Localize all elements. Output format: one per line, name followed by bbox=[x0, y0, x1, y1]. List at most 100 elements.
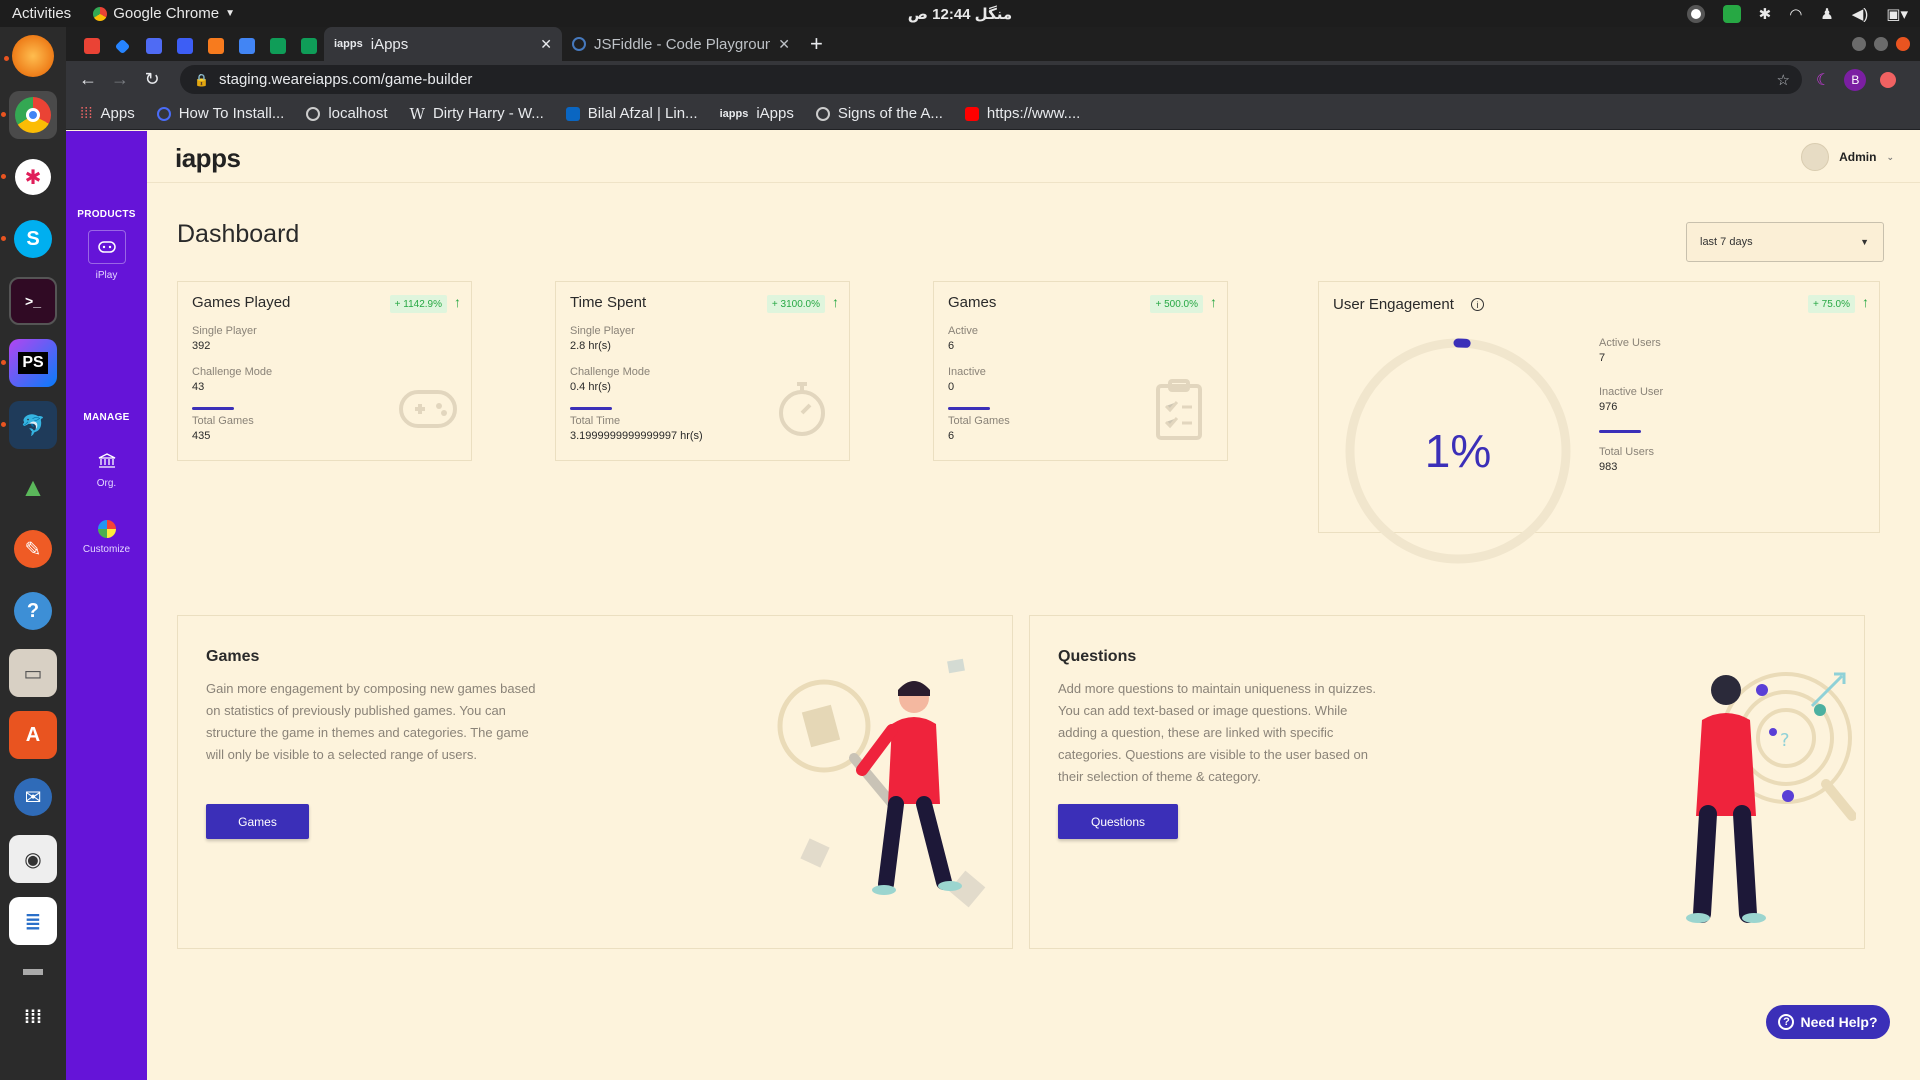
url-text[interactable]: staging.weareiapps.com/game-builder bbox=[219, 71, 472, 88]
stat-label: Inactive User bbox=[1599, 386, 1664, 398]
arrow-up-icon: ↑ bbox=[454, 294, 461, 310]
pinned-tab-mosaic[interactable] bbox=[200, 31, 231, 61]
need-help-button[interactable]: ? Need Help? bbox=[1766, 1005, 1890, 1039]
files-icon[interactable]: ▭ bbox=[9, 649, 57, 697]
stat-value: 6 bbox=[948, 340, 955, 352]
iapps-logo[interactable]: iapps bbox=[175, 143, 241, 174]
bookmark-dirty-harry[interactable]: W Dirty Harry - W... bbox=[410, 105, 544, 123]
bookmark-label: How To Install... bbox=[178, 105, 285, 122]
reload-icon[interactable]: ↻ bbox=[136, 69, 168, 90]
rhythmbox-icon[interactable]: ◉ bbox=[9, 835, 57, 883]
terminal-icon[interactable]: >_ bbox=[9, 277, 57, 325]
writer-icon[interactable]: ≣ bbox=[9, 897, 57, 945]
close-window-icon[interactable] bbox=[1896, 37, 1910, 51]
check-shield-icon[interactable] bbox=[1722, 4, 1741, 23]
questions-button[interactable]: Questions bbox=[1058, 804, 1178, 839]
trash-icon[interactable]: ▬ bbox=[9, 958, 57, 980]
sidebar-item-org[interactable]: Org. bbox=[66, 453, 147, 489]
close-tab-icon[interactable]: ✕ bbox=[778, 36, 790, 53]
moon-extension-icon[interactable]: ☾ bbox=[1816, 70, 1830, 90]
close-tab-icon[interactable]: ✕ bbox=[540, 36, 552, 53]
games-button[interactable]: Games bbox=[206, 804, 309, 839]
bookmark-apps[interactable]: ⁞⁞⁞ Apps bbox=[80, 105, 135, 122]
lock-icon[interactable]: 🔒 bbox=[194, 73, 209, 87]
stat-value: 43 bbox=[192, 381, 205, 393]
profile-avatar[interactable]: B bbox=[1844, 68, 1867, 91]
bookmark-youtube[interactable]: https://www.... bbox=[964, 105, 1081, 122]
pinned-tab-xd[interactable] bbox=[169, 31, 200, 61]
growth-badge: + 75.0% bbox=[1808, 295, 1855, 313]
address-bar[interactable]: 🔒 staging.weareiapps.com/game-builder ☆ bbox=[180, 65, 1802, 94]
date-range-select[interactable]: last 7 days ▼ bbox=[1686, 222, 1884, 262]
stat-label: Inactive bbox=[948, 366, 986, 378]
stat-value: 392 bbox=[192, 340, 211, 352]
bookmark-localhost[interactable]: localhost bbox=[306, 105, 388, 122]
sidebar-item-iplay[interactable]: iPlay bbox=[66, 230, 147, 281]
stat-value: 6 bbox=[948, 430, 955, 442]
maximize-icon[interactable] bbox=[1874, 37, 1888, 51]
web-page: PRODUCTS iPlay MANAGE Org. Customize iap… bbox=[66, 131, 1920, 1080]
show-apps-icon[interactable]: ⁞⁞⁞ bbox=[9, 993, 57, 1041]
minimize-icon[interactable] bbox=[1852, 37, 1866, 51]
bookmark-iapps[interactable]: iapps iApps bbox=[720, 105, 794, 122]
pinned-tab-sheets-1[interactable] bbox=[262, 31, 293, 61]
chrome-dock-icon[interactable] bbox=[1, 91, 57, 139]
notification-icon[interactable]: ♟ bbox=[1820, 5, 1833, 23]
forward-icon[interactable]: → bbox=[104, 69, 136, 90]
firefox-icon[interactable] bbox=[4, 35, 54, 77]
card-title: Time Spent bbox=[570, 294, 647, 311]
bookmark-label: https://www.... bbox=[986, 105, 1081, 122]
manage-heading: MANAGE bbox=[83, 412, 130, 423]
slack-icon[interactable]: ✱ bbox=[1, 153, 57, 201]
help-icon[interactable]: ? bbox=[9, 587, 57, 635]
clipboard-check-icon bbox=[1156, 379, 1202, 440]
pinned-tab-clickup[interactable] bbox=[138, 31, 169, 61]
tab-iapps[interactable]: iapps iApps ✕ bbox=[324, 27, 562, 61]
wifi-icon[interactable]: ◠ bbox=[1789, 5, 1802, 23]
app-menu[interactable]: Google Chrome ▼ bbox=[93, 5, 235, 22]
tab-jsfiddle[interactable]: JSFiddle - Code Playgroun ✕ bbox=[562, 27, 800, 61]
svg-text:?: ? bbox=[1780, 730, 1790, 751]
power-menu-icon[interactable]: ▣▾ bbox=[1886, 5, 1908, 23]
stat-label: Single Player bbox=[570, 325, 635, 337]
postman-icon[interactable]: ✎ bbox=[9, 525, 57, 573]
pinned-tab-calendar[interactable] bbox=[231, 31, 262, 61]
user-name: Admin bbox=[1839, 150, 1877, 164]
extension-icon[interactable] bbox=[1880, 71, 1897, 88]
mysql-workbench-icon[interactable]: 🐬 bbox=[1, 401, 57, 449]
bookmark-star-icon[interactable]: ☆ bbox=[1777, 71, 1790, 89]
stat-value: 435 bbox=[192, 430, 211, 442]
bookmark-linkedin[interactable]: Bilal Afzal | Lin... bbox=[565, 105, 698, 122]
activities-button[interactable]: Activities bbox=[12, 5, 71, 22]
engagement-percent: 1% bbox=[1424, 425, 1492, 477]
pinned-tab-jira[interactable] bbox=[107, 31, 138, 61]
bookmark-label: localhost bbox=[328, 105, 388, 122]
stat-value: 0 bbox=[948, 381, 955, 393]
volume-icon[interactable]: ◀) bbox=[1852, 5, 1869, 23]
slack-tray-icon[interactable]: ✱ bbox=[1759, 5, 1772, 23]
clock[interactable]: منگل 12:44 ص bbox=[908, 5, 1012, 23]
pinned-tab-sheets-2[interactable] bbox=[293, 31, 324, 61]
skype-icon[interactable]: S bbox=[1, 215, 57, 263]
bank-icon bbox=[98, 453, 116, 472]
chrome-icon bbox=[93, 6, 108, 21]
phpstorm-icon[interactable]: PS bbox=[1, 339, 57, 387]
bookmark-how-to-install[interactable]: How To Install... bbox=[156, 105, 285, 122]
stat-value: 7 bbox=[1599, 352, 1606, 364]
rocket-icon[interactable]: ▲ bbox=[9, 463, 57, 511]
user-menu[interactable]: Admin ⌄ bbox=[1801, 143, 1894, 171]
thunderbird-icon[interactable]: ✉ bbox=[9, 773, 57, 821]
chrome-toolbar: ← → ↻ 🔒 staging.weareiapps.com/game-buil… bbox=[66, 61, 1920, 98]
back-icon[interactable]: ← bbox=[72, 69, 104, 90]
sidebar-item-customize[interactable]: Customize bbox=[66, 520, 147, 555]
new-tab-button[interactable]: + bbox=[800, 27, 833, 61]
page-title: Dashboard bbox=[177, 220, 300, 248]
info-icon[interactable]: i bbox=[1471, 298, 1484, 311]
stat-label: Total Time bbox=[570, 415, 621, 427]
youtube-icon bbox=[964, 106, 979, 121]
pinned-tab-gmail[interactable] bbox=[76, 31, 107, 61]
record-icon[interactable] bbox=[1686, 4, 1705, 23]
software-center-icon[interactable]: A bbox=[9, 711, 57, 759]
divider-bar bbox=[192, 407, 234, 410]
bookmark-signs[interactable]: Signs of the A... bbox=[815, 105, 943, 122]
